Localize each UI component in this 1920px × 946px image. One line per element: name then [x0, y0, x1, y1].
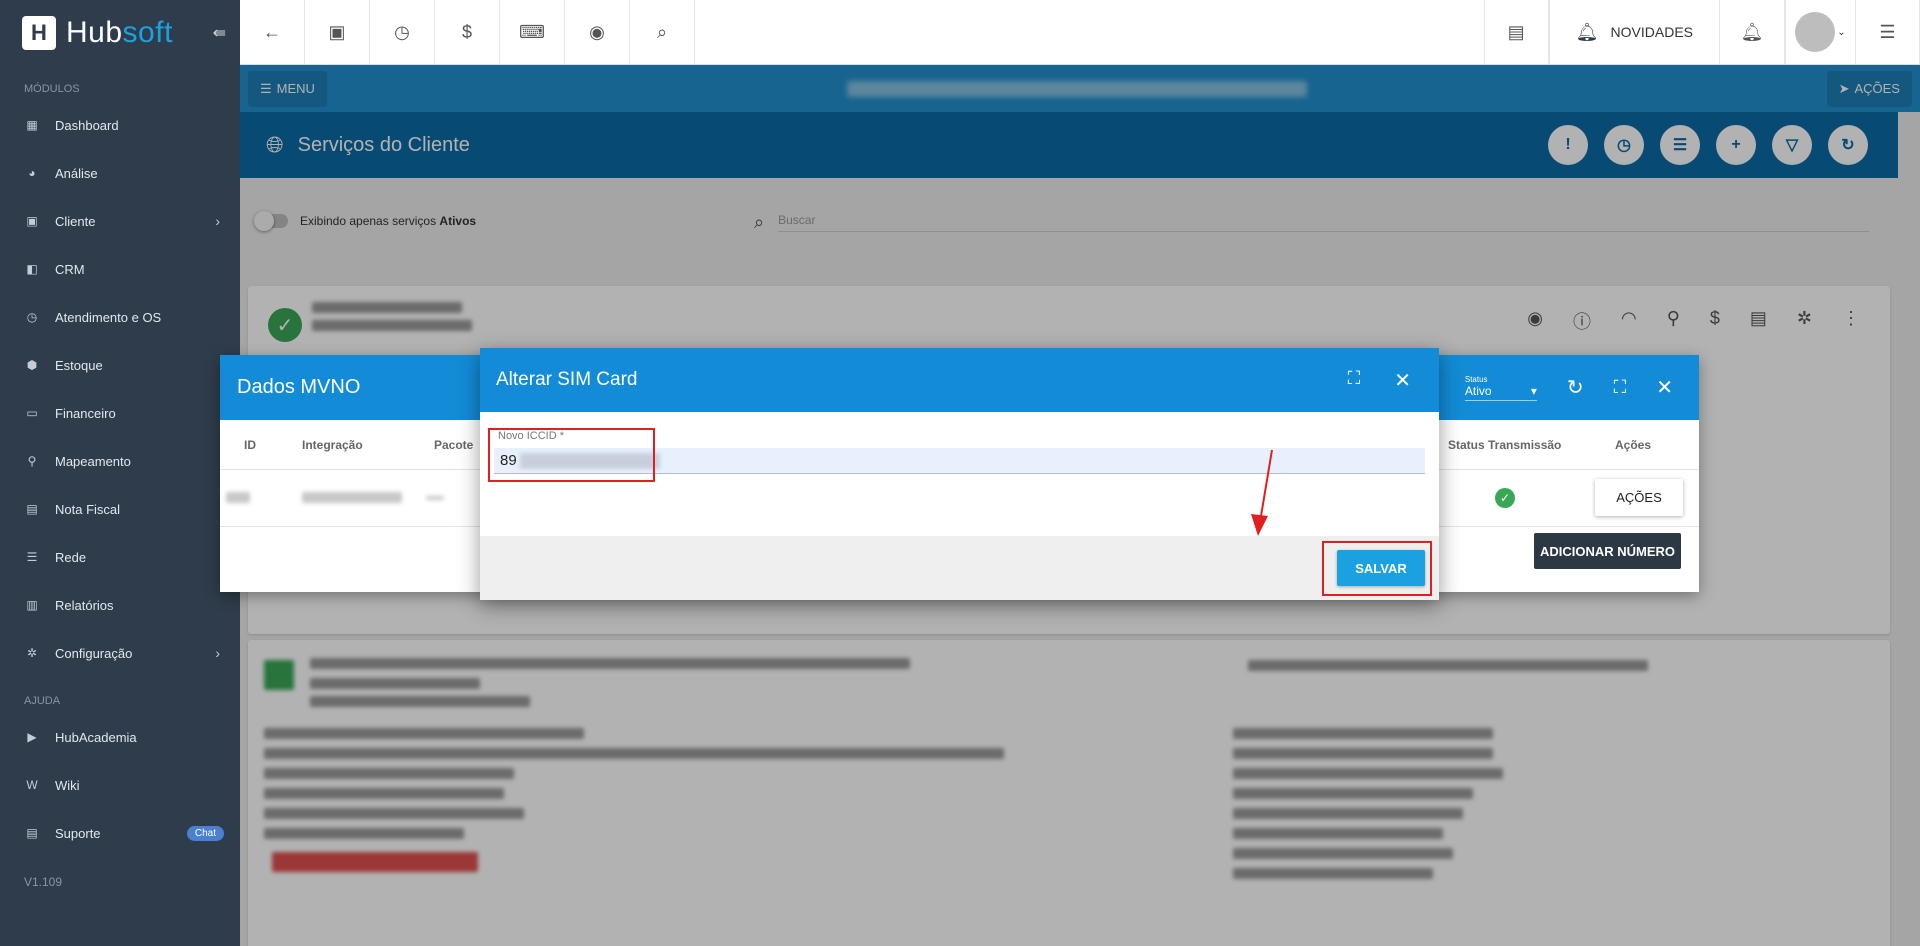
terminal-button[interactable]: ⌨ — [500, 0, 565, 64]
chat-badge: Chat — [186, 825, 224, 841]
calendar-clock-icon: ◷ — [394, 21, 410, 42]
chevron-right-icon: › — [215, 645, 220, 661]
version-label: V1.109 — [24, 875, 63, 889]
mvno-header-actions: Status Ativo ▾ ↻ ⛶ ✕ — [1464, 374, 1673, 401]
sidebar-item-dashboard[interactable]: ▦ Dashboard — [0, 101, 240, 149]
sim-dialog-title: Alterar SIM Card — [496, 369, 638, 390]
receipt-icon: ▤ — [26, 502, 38, 516]
schedule-button[interactable]: ◷ — [370, 0, 435, 64]
youtube-icon: ▶ — [27, 730, 37, 744]
status-value: Ativo ▾ — [1464, 383, 1537, 401]
col-status-transmissao: Status Transmissão — [1448, 437, 1562, 452]
caret-down-icon: ▾ — [1530, 383, 1537, 398]
check-circle-icon: ✓ — [1495, 488, 1515, 508]
mvno-dialog-title: Dados MVNO — [237, 376, 361, 398]
salvar-button[interactable]: SALVAR — [1337, 550, 1425, 586]
sidebar-item-atendimento[interactable]: ◷ Atendimento e OS — [0, 293, 240, 341]
sidebar: H Hubsoft ⇚ MÓDULOS ▦ Dashboard ◕ Análise … — [0, 0, 240, 946]
novidades-button[interactable]: 🔔︎ NOVIDADES — [1548, 0, 1720, 64]
sidebar-item-financeiro[interactable]: ▭ Financeiro — [0, 389, 240, 437]
highlight-box-iccid — [488, 428, 655, 482]
sim-dialog-footer: SALVAR — [480, 536, 1439, 600]
sidebar-item-mapeamento[interactable]: ⚲ Mapeamento — [0, 437, 240, 485]
chat-icon: ▤ — [26, 826, 38, 840]
avatar — [1795, 12, 1836, 52]
col-pacote: Pacote — [434, 437, 474, 452]
row-acoes-button[interactable]: AÇÕES — [1595, 479, 1683, 516]
col-acoes: Ações — [1615, 437, 1652, 452]
arrow-left-icon: ← — [263, 21, 281, 42]
view-button[interactable]: ◉ — [565, 0, 630, 64]
col-id: ID — [244, 437, 256, 452]
sidebar-item-estoque[interactable]: ⬢ Estoque — [0, 341, 240, 389]
money-icon: ▭ — [26, 406, 38, 420]
gear-icon: ✲ — [26, 646, 38, 660]
search-button[interactable]: ⌕ — [630, 0, 695, 64]
back-button[interactable]: ← — [240, 0, 305, 64]
fullscreen-icon[interactable]: ⛶ — [1614, 377, 1627, 398]
hubsoft-logo-icon: H — [22, 15, 56, 50]
sim-dialog-actions: ⛶ ✕ — [1348, 368, 1411, 393]
sidebar-item-rede[interactable]: ☰ Rede — [0, 533, 240, 581]
sidebar-item-configuracao[interactable]: ✲ Configuração › — [0, 629, 240, 677]
pdf-button[interactable]: ▤ — [1483, 0, 1549, 64]
box-icon: ⬢ — [26, 358, 38, 372]
chevron-down-icon: ⌄ — [1837, 26, 1846, 38]
fullscreen-icon[interactable]: ⛶ — [1348, 368, 1361, 393]
server-icon: ☰ — [26, 550, 38, 564]
list-menu-button[interactable]: ☰ — [1855, 0, 1920, 64]
sidebar-item-hubacademia[interactable]: ▶ HubAcademia — [0, 713, 240, 761]
pdf-icon: ▤ — [1507, 21, 1525, 42]
calendar-clock-icon: ◷ — [26, 310, 38, 324]
logo-text: Hubsoft — [66, 15, 173, 49]
notifications-button[interactable]: 🔔︎ — [1720, 0, 1785, 64]
search-icon: ⌕ — [656, 21, 668, 42]
list-icon: ☰ — [1879, 21, 1896, 42]
status-select[interactable]: Status Ativo ▾ — [1464, 374, 1537, 401]
blurred-integracao — [302, 492, 402, 503]
refresh-icon[interactable]: ↻ — [1567, 375, 1584, 400]
sim-dialog-body: Novo ICCID * — [480, 412, 1439, 536]
dashboard-icon: ▦ — [26, 118, 38, 132]
eye-icon: ◉ — [589, 21, 605, 42]
sidebar-item-suporte[interactable]: ▤ Suporte Chat — [0, 809, 240, 857]
dollar-icon: $ — [461, 21, 472, 42]
terminal-icon: ⌨ — [519, 21, 545, 42]
sidebar-item-analise[interactable]: ◕ Análise — [0, 149, 240, 197]
blurred-pacote — [426, 496, 444, 500]
section-modulos: MÓDULOS — [24, 83, 80, 95]
status-label: Status — [1464, 374, 1488, 384]
user-menu[interactable]: ⌄ — [1785, 0, 1855, 64]
finance-button[interactable]: $ — [435, 0, 500, 64]
col-integracao: Integração — [302, 437, 363, 452]
topbar: ← ▣ ◷ $ ⌨ ◉ ⌕ ▤ 🔔︎ NOVIDADES 🔔︎ ⌄ ☰ — [240, 0, 1920, 65]
client-card-button[interactable]: ▣ — [305, 0, 370, 64]
contact-card-icon: ▣ — [328, 21, 346, 42]
section-ajuda: AJUDA — [24, 695, 61, 707]
sidebar-item-crm[interactable]: ◧ CRM — [0, 245, 240, 293]
close-icon[interactable]: ✕ — [1656, 375, 1673, 400]
sidebar-item-wiki[interactable]: W Wiki — [0, 761, 240, 809]
sim-dialog-header: Alterar SIM Card ⛶ ✕ — [480, 348, 1439, 412]
blurred-id — [226, 492, 250, 503]
crm-icon: ◧ — [26, 262, 38, 276]
close-icon[interactable]: ✕ — [1394, 368, 1411, 393]
logo[interactable]: H Hubsoft ⇚ — [0, 0, 240, 65]
add-number-button[interactable]: ADICIONAR NÚMERO — [1534, 533, 1681, 569]
sidebar-item-cliente[interactable]: ▣ Cliente › — [0, 197, 240, 245]
chart-pie-icon: ◕ — [28, 166, 36, 180]
wiki-icon: W — [26, 778, 38, 792]
collapse-sidebar-icon[interactable]: ⇚ — [213, 23, 226, 43]
contact-card-icon: ▣ — [26, 214, 38, 228]
bell-icon: 🔔︎ — [1740, 21, 1764, 42]
chevron-right-icon: › — [215, 213, 220, 229]
bell-alert-icon: 🔔︎ — [1575, 21, 1599, 42]
sidebar-item-relatorios[interactable]: ▥ Relatórios — [0, 581, 240, 629]
sim-card-dialog: Alterar SIM Card ⛶ ✕ Novo ICCID * SALVAR — [480, 348, 1439, 600]
sidebar-item-nota-fiscal[interactable]: ▤ Nota Fiscal — [0, 485, 240, 533]
map-pin-icon: ⚲ — [27, 454, 37, 468]
report-icon: ▥ — [26, 598, 38, 612]
